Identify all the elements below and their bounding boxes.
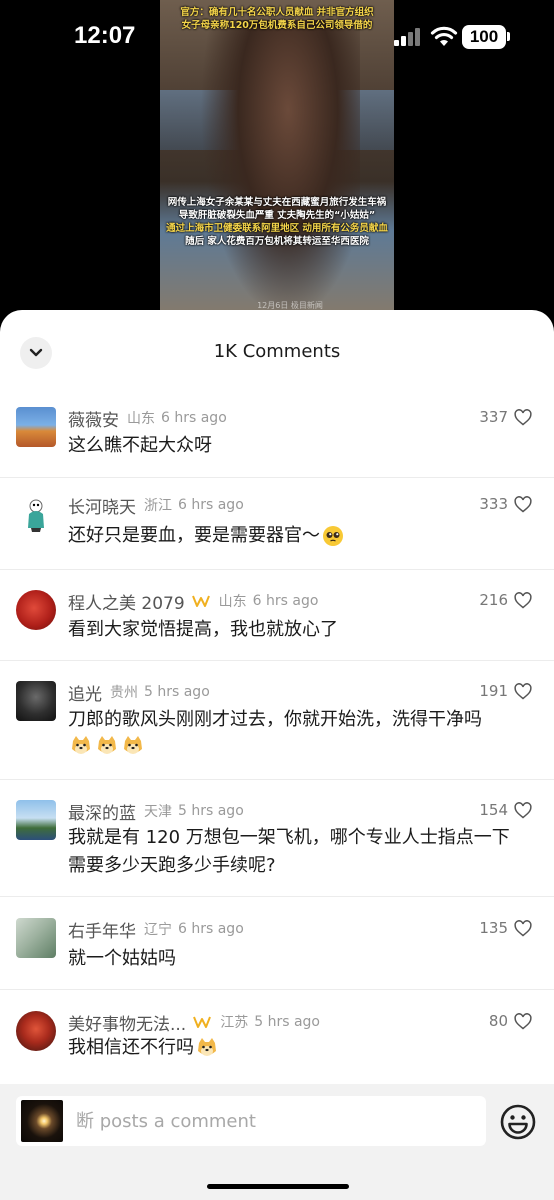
comment-text-body: 还好只是要血，要是需要器官～ xyxy=(68,525,320,546)
like-count: 216 xyxy=(479,591,508,609)
comment-meta: 长河晓天 浙江 6 hrs ago xyxy=(68,493,244,518)
sheet-title: 1K Comments xyxy=(213,341,341,362)
comment-input[interactable] xyxy=(76,1096,476,1146)
heart-icon[interactable] xyxy=(514,802,532,819)
location: 江苏 xyxy=(220,1015,249,1031)
video-caption-middle: 网传上海女子余某某与丈夫在西藏蜜月旅行发生车祸 导致肝脏破裂失血严重 丈夫陶先生… xyxy=(164,196,390,248)
cellular-signal-icon xyxy=(394,28,420,46)
comment-meta: 程人之美 2079 山东 6 hrs ago xyxy=(68,589,319,614)
comment-item[interactable]: 追光 贵州 5 hrs ago 191 刀郎的歌风头刚刚才过去，你就开始洗，洗得… xyxy=(0,661,554,780)
emoji-row xyxy=(68,735,144,757)
comment-item[interactable]: 薇薇安 山东 6 hrs ago 337 这么瞧不起大众呀 xyxy=(0,392,554,478)
timestamp: 5 hrs ago xyxy=(144,684,210,700)
comment-meta: 追光 贵州 5 hrs ago xyxy=(68,680,210,705)
comment-item[interactable]: 程人之美 2079 山东 6 hrs ago 216 看到大家觉悟提高，我也就放… xyxy=(0,570,554,661)
comment-input-box[interactable] xyxy=(16,1096,486,1146)
comments-sheet: 1K Comments 薇薇安 山东 6 hrs ago 337 这么瞧不起大众… xyxy=(0,310,554,1200)
like-count: 154 xyxy=(479,801,508,819)
heart-icon[interactable] xyxy=(514,920,532,937)
like-count: 80 xyxy=(488,1012,508,1030)
avatar[interactable] xyxy=(16,918,56,958)
avatar[interactable] xyxy=(16,590,56,630)
comment-item[interactable]: 最深的蓝 天津 5 hrs ago 154 我就是有 120 万想包一架飞机，哪… xyxy=(0,780,554,897)
comment-meta: 薇薇安 山东 6 hrs ago xyxy=(68,406,227,431)
like-count: 135 xyxy=(479,919,508,937)
location: 贵州 xyxy=(110,685,138,701)
comment-text: 我就是有 120 万想包一架飞机，哪个专业人士指点一下需要多少天跑多少手续呢? xyxy=(68,827,510,876)
doge-emoji-icon xyxy=(72,736,90,754)
emoji-picker-icon[interactable] xyxy=(498,1102,538,1142)
battery-tip xyxy=(507,32,510,41)
penguin-avatar-icon xyxy=(28,499,44,532)
like-count: 333 xyxy=(479,495,508,513)
avatar[interactable] xyxy=(16,494,56,534)
sheet-header: 1K Comments xyxy=(0,310,554,392)
like-count: 191 xyxy=(479,682,508,700)
username[interactable]: 美好事物无法... xyxy=(68,1010,186,1035)
caption-line: 随后 家人花费百万包机将其转运至华西医院 xyxy=(185,236,369,247)
timestamp: 5 hrs ago xyxy=(178,803,244,819)
timestamp: 6 hrs ago xyxy=(252,593,319,609)
comment-text: 还好只是要血，要是需要器官～ xyxy=(68,522,534,550)
my-avatar xyxy=(21,1100,63,1142)
timestamp: 5 hrs ago xyxy=(254,1014,320,1030)
username[interactable]: 追光 xyxy=(68,680,102,705)
heart-icon[interactable] xyxy=(514,409,532,426)
comment-item[interactable]: 长河晓天 浙江 6 hrs ago 333 还好只是要血，要是需要器官～ xyxy=(0,478,554,570)
creator-badge-icon xyxy=(191,595,210,607)
caption-line: 通过上海市卫健委联系阿里地区 动用所有公务员献血 xyxy=(166,223,388,234)
creator-badge-icon xyxy=(193,1016,212,1028)
username[interactable]: 薇薇安 xyxy=(68,406,119,431)
location: 浙江 xyxy=(144,498,172,514)
location: 山东 xyxy=(127,411,155,427)
caption-line: 导致肝脏破裂失血严重 丈夫陶先生的“小姑姑” xyxy=(178,210,376,221)
comment-meta: 最深的蓝 天津 5 hrs ago xyxy=(68,799,244,824)
avatar[interactable] xyxy=(16,407,56,447)
pleading-face-emoji-icon xyxy=(323,526,343,546)
username[interactable]: 长河晓天 xyxy=(68,493,136,518)
comment-input-bar xyxy=(0,1084,554,1200)
comment-text: 就一个姑姑吗 xyxy=(68,948,176,969)
timestamp: 6 hrs ago xyxy=(161,410,227,426)
location: 辽宁 xyxy=(144,922,172,938)
username[interactable]: 程人之美 2079 xyxy=(68,589,185,614)
comment-text: 我相信还不行吗 xyxy=(68,1034,534,1062)
heart-icon[interactable] xyxy=(514,592,532,609)
doge-emoji-icon xyxy=(124,736,142,754)
location: 山东 xyxy=(218,594,247,610)
location: 天津 xyxy=(144,804,172,820)
heart-icon[interactable] xyxy=(514,1013,532,1030)
comment-meta: 美好事物无法... 江苏 5 hrs ago xyxy=(68,1010,320,1035)
wifi-icon xyxy=(430,26,458,46)
comment-text: 刀郎的歌风头刚刚才过去，你就开始洗，洗得干净吗 xyxy=(68,709,482,730)
avatar[interactable] xyxy=(16,1011,56,1051)
status-bar: 12:07 100 xyxy=(0,0,554,78)
caption-line: 网传上海女子余某某与丈夫在西藏蜜月旅行发生车祸 xyxy=(167,197,387,208)
heart-icon[interactable] xyxy=(514,496,532,513)
heart-icon[interactable] xyxy=(514,683,532,700)
username[interactable]: 最深的蓝 xyxy=(68,799,136,824)
like-count: 337 xyxy=(479,408,508,426)
avatar[interactable] xyxy=(16,800,56,840)
username[interactable]: 右手年华 xyxy=(68,917,136,942)
timestamp: 6 hrs ago xyxy=(178,921,244,937)
comment-item[interactable]: 右手年华 辽宁 6 hrs ago 135 就一个姑姑吗 xyxy=(0,897,554,990)
comment-text: 这么瞧不起大众呀 xyxy=(68,435,212,456)
timestamp: 6 hrs ago xyxy=(178,497,244,513)
home-indicator xyxy=(207,1184,349,1189)
status-time: 12:07 xyxy=(74,22,136,49)
comment-text-body: 我相信还不行吗 xyxy=(68,1037,194,1058)
comment-meta: 右手年华 辽宁 6 hrs ago xyxy=(68,917,244,942)
battery-icon: 100 xyxy=(462,25,506,49)
doge-emoji-icon xyxy=(198,1038,216,1056)
avatar[interactable] xyxy=(16,681,56,721)
comment-text: 看到大家觉悟提高，我也就放心了 xyxy=(68,619,338,640)
doge-emoji-icon xyxy=(98,736,116,754)
